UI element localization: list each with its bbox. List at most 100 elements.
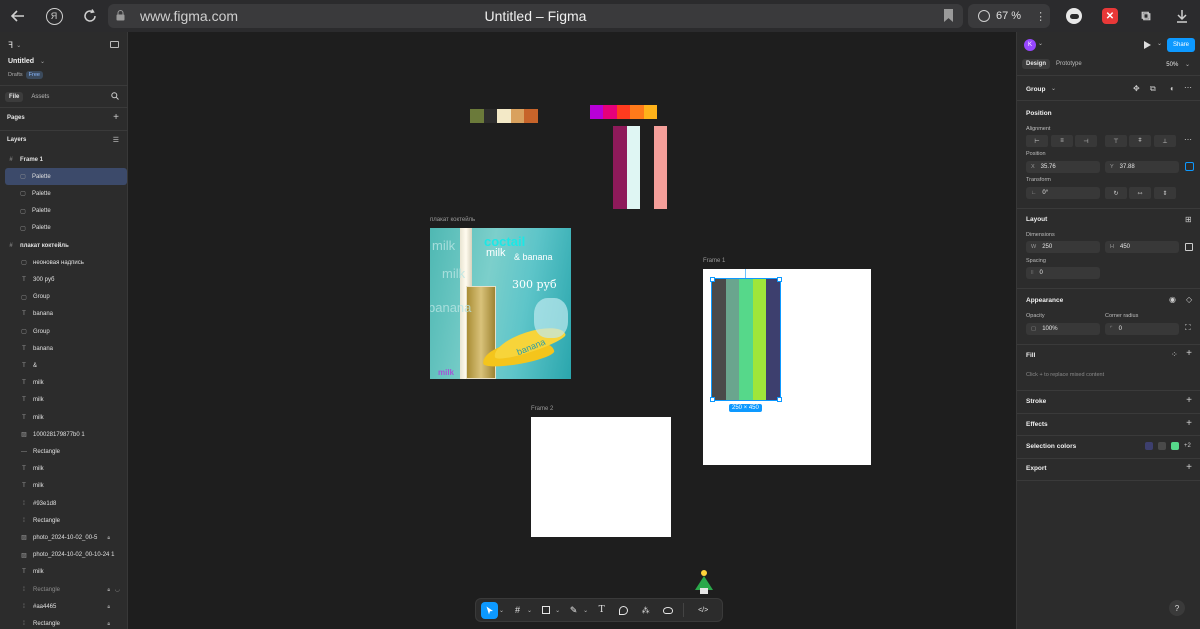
- panel-toggle-icon[interactable]: [110, 41, 119, 48]
- lock-icon[interactable]: 🔒︎: [107, 535, 110, 541]
- selected-palette-group[interactable]: [711, 278, 781, 401]
- add-effect-icon[interactable]: +: [1186, 418, 1192, 429]
- comment-tool-icon[interactable]: [615, 602, 632, 619]
- help-button[interactable]: ?: [1169, 600, 1185, 616]
- component-icon[interactable]: ✥: [1133, 84, 1140, 93]
- canvas[interactable]: плакат коктейль coctail milk & banana 30…: [128, 32, 1016, 629]
- layer-item[interactable]: ⁞ #93e1d8: [0, 495, 128, 512]
- resize-handle[interactable]: [710, 277, 715, 282]
- more-icon[interactable]: ⋮: [1035, 10, 1046, 23]
- browser-brand-icon[interactable]: Я: [42, 4, 66, 28]
- palette-row-2[interactable]: [590, 105, 658, 119]
- drop-icon[interactable]: ◇: [1186, 295, 1192, 304]
- chevron-down-icon[interactable]: ⌄: [1185, 62, 1190, 68]
- file-name[interactable]: Untitled: [8, 58, 34, 65]
- chevron-down-icon[interactable]: ⌄: [555, 607, 560, 614]
- text-tool-icon[interactable]: T: [593, 602, 610, 619]
- poster-frame-label[interactable]: плакат коктейль: [430, 217, 475, 223]
- resize-handle[interactable]: [710, 397, 715, 402]
- frame-1-label[interactable]: Frame 1: [703, 258, 725, 264]
- tab-design[interactable]: Design: [1022, 59, 1051, 69]
- styles-grid-icon[interactable]: ⁘: [1171, 350, 1178, 359]
- layer-item[interactable]: Tmilk: [0, 478, 128, 495]
- extension-red-icon[interactable]: ✕: [1102, 8, 1118, 24]
- chevron-down-icon[interactable]: ⌄: [1038, 40, 1043, 47]
- corner-radius-input[interactable]: ⌜ 0: [1105, 323, 1179, 335]
- resize-handle[interactable]: [777, 397, 782, 402]
- layer-item[interactable]: T 300 руб: [0, 271, 128, 288]
- extension-mask-icon[interactable]: [1066, 8, 1082, 24]
- palette-vertical[interactable]: [613, 126, 667, 209]
- selection-color-swatch[interactable]: [1145, 442, 1153, 450]
- chevron-down-icon[interactable]: ⌄: [1051, 85, 1056, 92]
- constraints-icon[interactable]: [1185, 162, 1194, 171]
- palette-row-1[interactable]: [470, 109, 538, 123]
- align-top-icon[interactable]: ⊤: [1105, 135, 1127, 147]
- reload-icon[interactable]: [78, 4, 102, 28]
- layer-item[interactable]: ▨ photo_2024-10-02_00-5 🔒︎: [0, 529, 128, 546]
- layer-item[interactable]: Tmilk: [0, 461, 128, 478]
- auto-layout-icon[interactable]: ⊞: [1185, 215, 1192, 224]
- zoom-level[interactable]: 50%: [1166, 62, 1178, 68]
- chevron-down-icon[interactable]: ⌄: [40, 58, 45, 65]
- layers-list-icon[interactable]: ☰: [113, 136, 119, 144]
- dev-mode-icon[interactable]: </>: [691, 602, 715, 619]
- selection-colors-swatches[interactable]: +2: [1145, 442, 1191, 450]
- pen-tool-icon[interactable]: ✎: [565, 602, 582, 619]
- poster-frame[interactable]: coctail milk & banana 300 руб milk milk …: [430, 228, 571, 379]
- more-icon[interactable]: ⋯: [1184, 135, 1192, 144]
- align-center-h-icon[interactable]: ≡: [1051, 135, 1073, 147]
- layer-item[interactable]: Tbanana: [0, 340, 128, 357]
- constrain-proportions-icon[interactable]: [1185, 243, 1193, 251]
- add-stroke-icon[interactable]: +: [1186, 395, 1192, 406]
- independent-corners-icon[interactable]: ⛶: [1185, 323, 1191, 333]
- layer-item[interactable]: ▨ photo_2024-10-02_00-10-24 1: [0, 547, 128, 564]
- opacity-input[interactable]: ▢ 100%: [1026, 323, 1100, 335]
- download-icon[interactable]: [1174, 8, 1190, 24]
- zoom-control[interactable]: 67 % ⋮: [968, 4, 1050, 28]
- share-button[interactable]: Share: [1167, 38, 1195, 52]
- layer-item[interactable]: ⁞ Rectangle 🔒︎: [0, 615, 128, 629]
- boolean-icon[interactable]: ⧉: [1150, 84, 1156, 94]
- frame-2-label[interactable]: Frame 2: [531, 406, 553, 412]
- actions-tool-icon[interactable]: ⁂: [637, 602, 654, 619]
- resize-handle[interactable]: [777, 277, 782, 282]
- flip-vertical-icon[interactable]: ⇕: [1154, 187, 1176, 199]
- frame-2[interactable]: [531, 417, 671, 537]
- move-tool-icon[interactable]: [481, 601, 498, 619]
- lock-icon[interactable]: 🔒︎: [107, 587, 110, 593]
- align-bottom-icon[interactable]: ⊥: [1154, 135, 1176, 147]
- layer-item[interactable]: Tmilk: [0, 375, 128, 392]
- pages-header[interactable]: Pages: [7, 115, 25, 121]
- layer-item[interactable]: ⁞ Rectangle: [0, 512, 128, 529]
- user-avatar[interactable]: K: [1024, 39, 1036, 51]
- mask-icon[interactable]: ◐: [1170, 84, 1175, 93]
- play-icon[interactable]: [1144, 41, 1151, 49]
- drafts-label[interactable]: Drafts: [8, 72, 23, 78]
- figma-menu[interactable]: ꟻ ⌄: [8, 40, 21, 51]
- chevron-down-icon[interactable]: ⌄: [499, 607, 504, 614]
- plugin-tool-icon[interactable]: [659, 602, 676, 619]
- eye-icon[interactable]: ◉: [1169, 295, 1176, 304]
- tab-file[interactable]: File: [5, 92, 24, 102]
- layer-item[interactable]: ▢ Group: [0, 323, 128, 340]
- layer-item[interactable]: ⁞ Rectangle 🔒︎ ◡: [0, 581, 128, 598]
- chevron-down-icon[interactable]: ⌄: [1157, 40, 1162, 47]
- selection-type[interactable]: Group: [1026, 86, 1046, 93]
- frame-tool-icon[interactable]: #: [509, 602, 526, 619]
- layer-item[interactable]: ▢ Group: [0, 289, 128, 306]
- layer-item[interactable]: # Frame 1: [0, 151, 128, 168]
- chevron-down-icon[interactable]: ⌄: [583, 607, 588, 614]
- tab-prototype[interactable]: Prototype: [1056, 61, 1082, 67]
- selection-color-swatch[interactable]: [1158, 442, 1166, 450]
- rotate-icon[interactable]: ↻: [1105, 187, 1127, 199]
- align-left-icon[interactable]: ⊢: [1026, 135, 1048, 147]
- hidden-eye-icon[interactable]: ◡: [115, 586, 120, 593]
- add-export-icon[interactable]: +: [1186, 462, 1192, 473]
- align-center-v-icon[interactable]: ǂ: [1129, 135, 1151, 147]
- layer-item[interactable]: Tmilk: [0, 564, 128, 581]
- address-bar[interactable]: www.figma.com Untitled – Figma: [108, 4, 963, 28]
- extensions-icon[interactable]: ⧉: [1138, 8, 1154, 24]
- rectangle-tool-icon[interactable]: [537, 602, 554, 619]
- layer-item[interactable]: # плакат коктейль: [0, 237, 128, 254]
